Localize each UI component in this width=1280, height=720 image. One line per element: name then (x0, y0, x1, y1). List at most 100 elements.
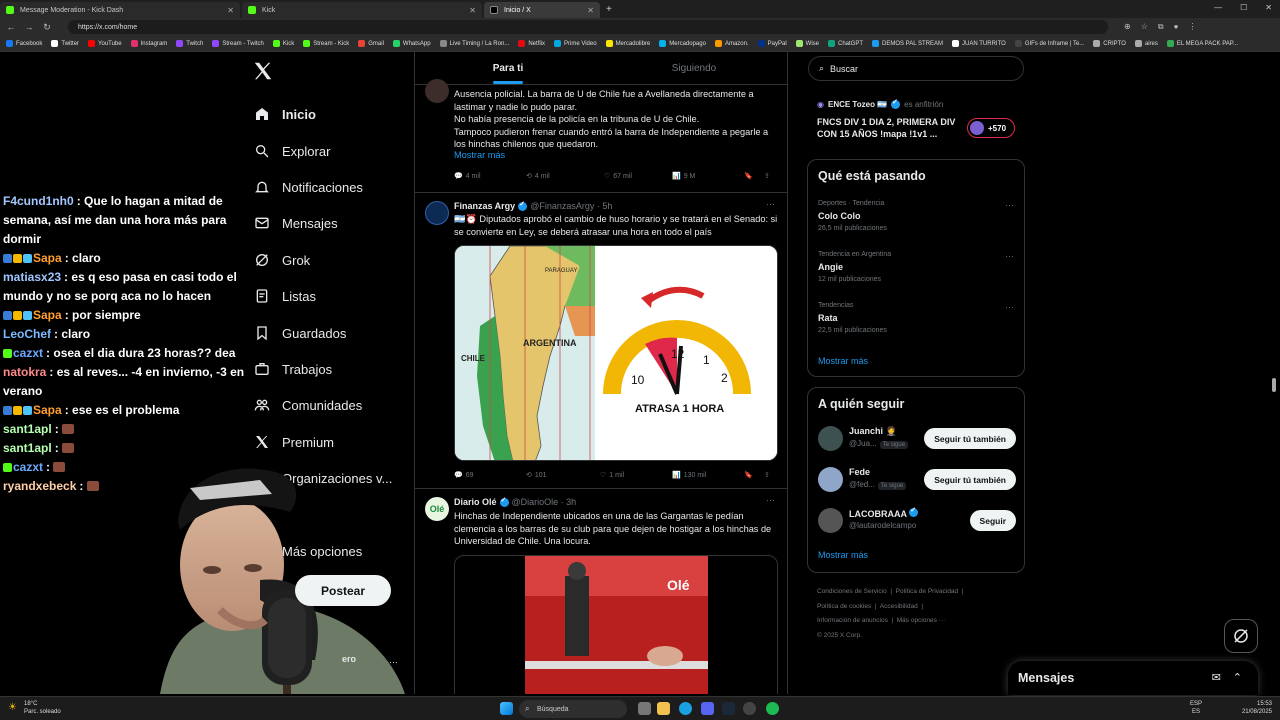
bookmark-item[interactable]: Instagram (130, 40, 167, 47)
footer-link[interactable]: Política de cookies (817, 603, 871, 610)
bookmark-item[interactable]: EL MEGA PACK PAP... (1166, 40, 1238, 47)
tab-close-icon[interactable]: ✕ (587, 6, 594, 15)
bookmark-item[interactable]: JUAN TURRITO (952, 40, 1006, 47)
nav-item-comunidades[interactable]: Comunidades (254, 397, 362, 413)
chat-username[interactable]: Sapa (33, 403, 62, 417)
reload-icon[interactable]: ↻ (42, 22, 52, 33)
nav-item-trabajos[interactable]: Trabajos (254, 361, 332, 377)
share-icon[interactable]: ⇪ (764, 471, 770, 479)
bookmark-item[interactable]: Mercadolibre (605, 40, 650, 47)
chat-username[interactable]: matiasx23 (3, 270, 61, 284)
maximize-icon[interactable]: ☐ (1240, 3, 1247, 12)
browser-tab-active[interactable]: Inicio / X ✕ (484, 2, 600, 18)
trend-more-icon[interactable]: ··· (1005, 200, 1014, 210)
chat-username[interactable]: Sapa (33, 251, 62, 265)
tweet-image[interactable]: ARGENTINA CHILE PARAGUAY 10 12 1 2 ATRAS… (454, 245, 778, 461)
language-indicator[interactable]: ESP ES (1190, 700, 1202, 716)
show-more-link[interactable]: Mostrar más (818, 550, 868, 560)
bookmark-item[interactable]: Prime Video (553, 40, 597, 47)
browser-tab[interactable]: Kick ✕ (242, 2, 482, 18)
chat-username[interactable]: F4cund1nh0 (3, 194, 74, 208)
bookmark-item[interactable]: GIFs de Inframe | Te... (1014, 40, 1084, 47)
discord-icon[interactable] (701, 702, 714, 715)
nav-item-notificaciones[interactable]: Notificaciones (254, 179, 363, 195)
follow-suggestion[interactable]: LACOBRAAA @lautarodelcampo Seguir (818, 506, 1016, 536)
bookmark-item[interactable]: Netflix (518, 40, 545, 47)
bookmark-item[interactable]: ChatGPT (828, 40, 863, 47)
nav-item-mensajes[interactable]: Mensajes (254, 215, 338, 231)
bookmark-item[interactable]: YouTube (88, 40, 122, 47)
bookmark-item[interactable]: Stream - Kick (303, 40, 349, 47)
footer-link[interactable]: Política de Privacidad (896, 588, 959, 595)
steam-icon[interactable] (722, 702, 735, 715)
tweet[interactable]: Olé Diario Olé @DiarioOle · 3h ··· Hinch… (415, 489, 787, 694)
live-space-card[interactable]: ◉ ENCE Tozeo 🇦🇷 es anfitrión FNCS DIV 1 … (807, 90, 1025, 150)
show-more-link[interactable]: Mostrar más (454, 150, 505, 160)
scrollbar-thumb[interactable] (1272, 378, 1276, 392)
search-input[interactable]: ⌕ Buscar (808, 56, 1024, 81)
chat-username[interactable]: LeoChef (3, 327, 51, 341)
author-name[interactable]: Finanzas Argy (454, 201, 515, 211)
chat-username[interactable]: ryandxebeck (3, 479, 76, 493)
spotify-icon[interactable] (766, 702, 779, 715)
author-handle[interactable]: @DiarioOle · 3h (512, 497, 577, 507)
bookmark-item[interactable]: Kick (272, 40, 294, 47)
zoom-icon[interactable]: ⊕ (1124, 22, 1131, 32)
follow-back-button[interactable]: Seguir tú también (924, 428, 1016, 449)
bookmark-star-icon[interactable]: ☆ (1141, 22, 1148, 32)
new-tab-icon[interactable]: + (606, 4, 612, 15)
footer-link[interactable]: Más opciones ··· (897, 617, 945, 624)
messages-drawer[interactable]: Mensajes ✉ ⌃ (1008, 661, 1258, 695)
more-icon[interactable]: ··· (766, 199, 775, 209)
profile-more-icon[interactable]: ··· (389, 657, 398, 667)
edge-icon[interactable] (679, 702, 692, 715)
follow-button[interactable]: Seguir (969, 510, 1016, 531)
obs-icon[interactable] (743, 702, 756, 715)
bookmark-item[interactable]: Gmail (358, 40, 384, 47)
chat-username[interactable]: cazxt (13, 346, 43, 360)
new-message-icon[interactable]: ✉ (1212, 671, 1221, 684)
tweet[interactable]: Ausencia policial. La barra de U de Chil… (415, 79, 787, 193)
bookmark-item[interactable]: Stream - Twitch (212, 40, 264, 47)
space-listeners[interactable]: +570 (967, 118, 1015, 138)
bookmark-item[interactable]: WhatsApp (392, 40, 431, 47)
avatar[interactable] (425, 79, 449, 103)
trend-more-icon[interactable]: ··· (1005, 302, 1014, 312)
trend-more-icon[interactable]: ··· (1005, 251, 1014, 261)
tweet-video[interactable]: Olé (454, 555, 778, 694)
views-action[interactable]: 📊 130 mil (672, 471, 744, 480)
file-explorer-icon[interactable] (657, 702, 670, 715)
avatar[interactable] (818, 426, 843, 451)
url-input[interactable]: https://x.com/home (68, 20, 1108, 34)
profile-name-truncated[interactable]: ero (342, 654, 356, 664)
bookmark-item[interactable]: Mercadopago (659, 40, 706, 47)
avatar[interactable]: Olé (425, 497, 449, 521)
start-icon[interactable] (500, 702, 513, 715)
bookmark-icon[interactable]: 🔖 (744, 172, 764, 180)
share-icon[interactable]: ⇪ (764, 172, 770, 180)
avatar[interactable] (425, 201, 449, 225)
bookmark-item[interactable]: Amazon. (714, 40, 749, 47)
system-clock[interactable]: 15:53 21/08/2025 (1242, 700, 1272, 716)
views-action[interactable]: 📊 9 M (672, 172, 744, 181)
x-logo-icon[interactable] (252, 60, 274, 82)
tab-close-icon[interactable]: ✕ (469, 6, 476, 15)
nav-item-guardados[interactable]: Guardados (254, 325, 346, 341)
minimize-icon[interactable]: — (1214, 3, 1222, 12)
nav-item-premium[interactable]: Premium (254, 434, 334, 450)
avatar[interactable] (818, 467, 843, 492)
profile-icon[interactable]: ● (1174, 22, 1179, 32)
like-action[interactable]: ♡ 67 mil (604, 172, 672, 181)
back-icon[interactable]: ← (6, 22, 16, 32)
follow-suggestion[interactable]: Juanchi 🤵 @Jua... Te sigue Seguir tú tamb… (818, 424, 1016, 454)
nav-item-inicio[interactable]: Inicio (254, 106, 316, 122)
chat-username[interactable]: sant1apl (3, 422, 52, 436)
more-icon[interactable]: ··· (766, 495, 775, 505)
bookmark-icon[interactable]: 🔖 (744, 471, 764, 479)
bookmark-item[interactable]: Facebook (6, 40, 42, 47)
chat-username[interactable]: sant1apl (3, 441, 52, 455)
footer-link[interactable]: Accesibilidad (880, 603, 918, 610)
post-button[interactable]: Postear (295, 575, 391, 606)
chat-username[interactable]: Sapa (33, 308, 62, 322)
avatar[interactable] (818, 508, 843, 533)
